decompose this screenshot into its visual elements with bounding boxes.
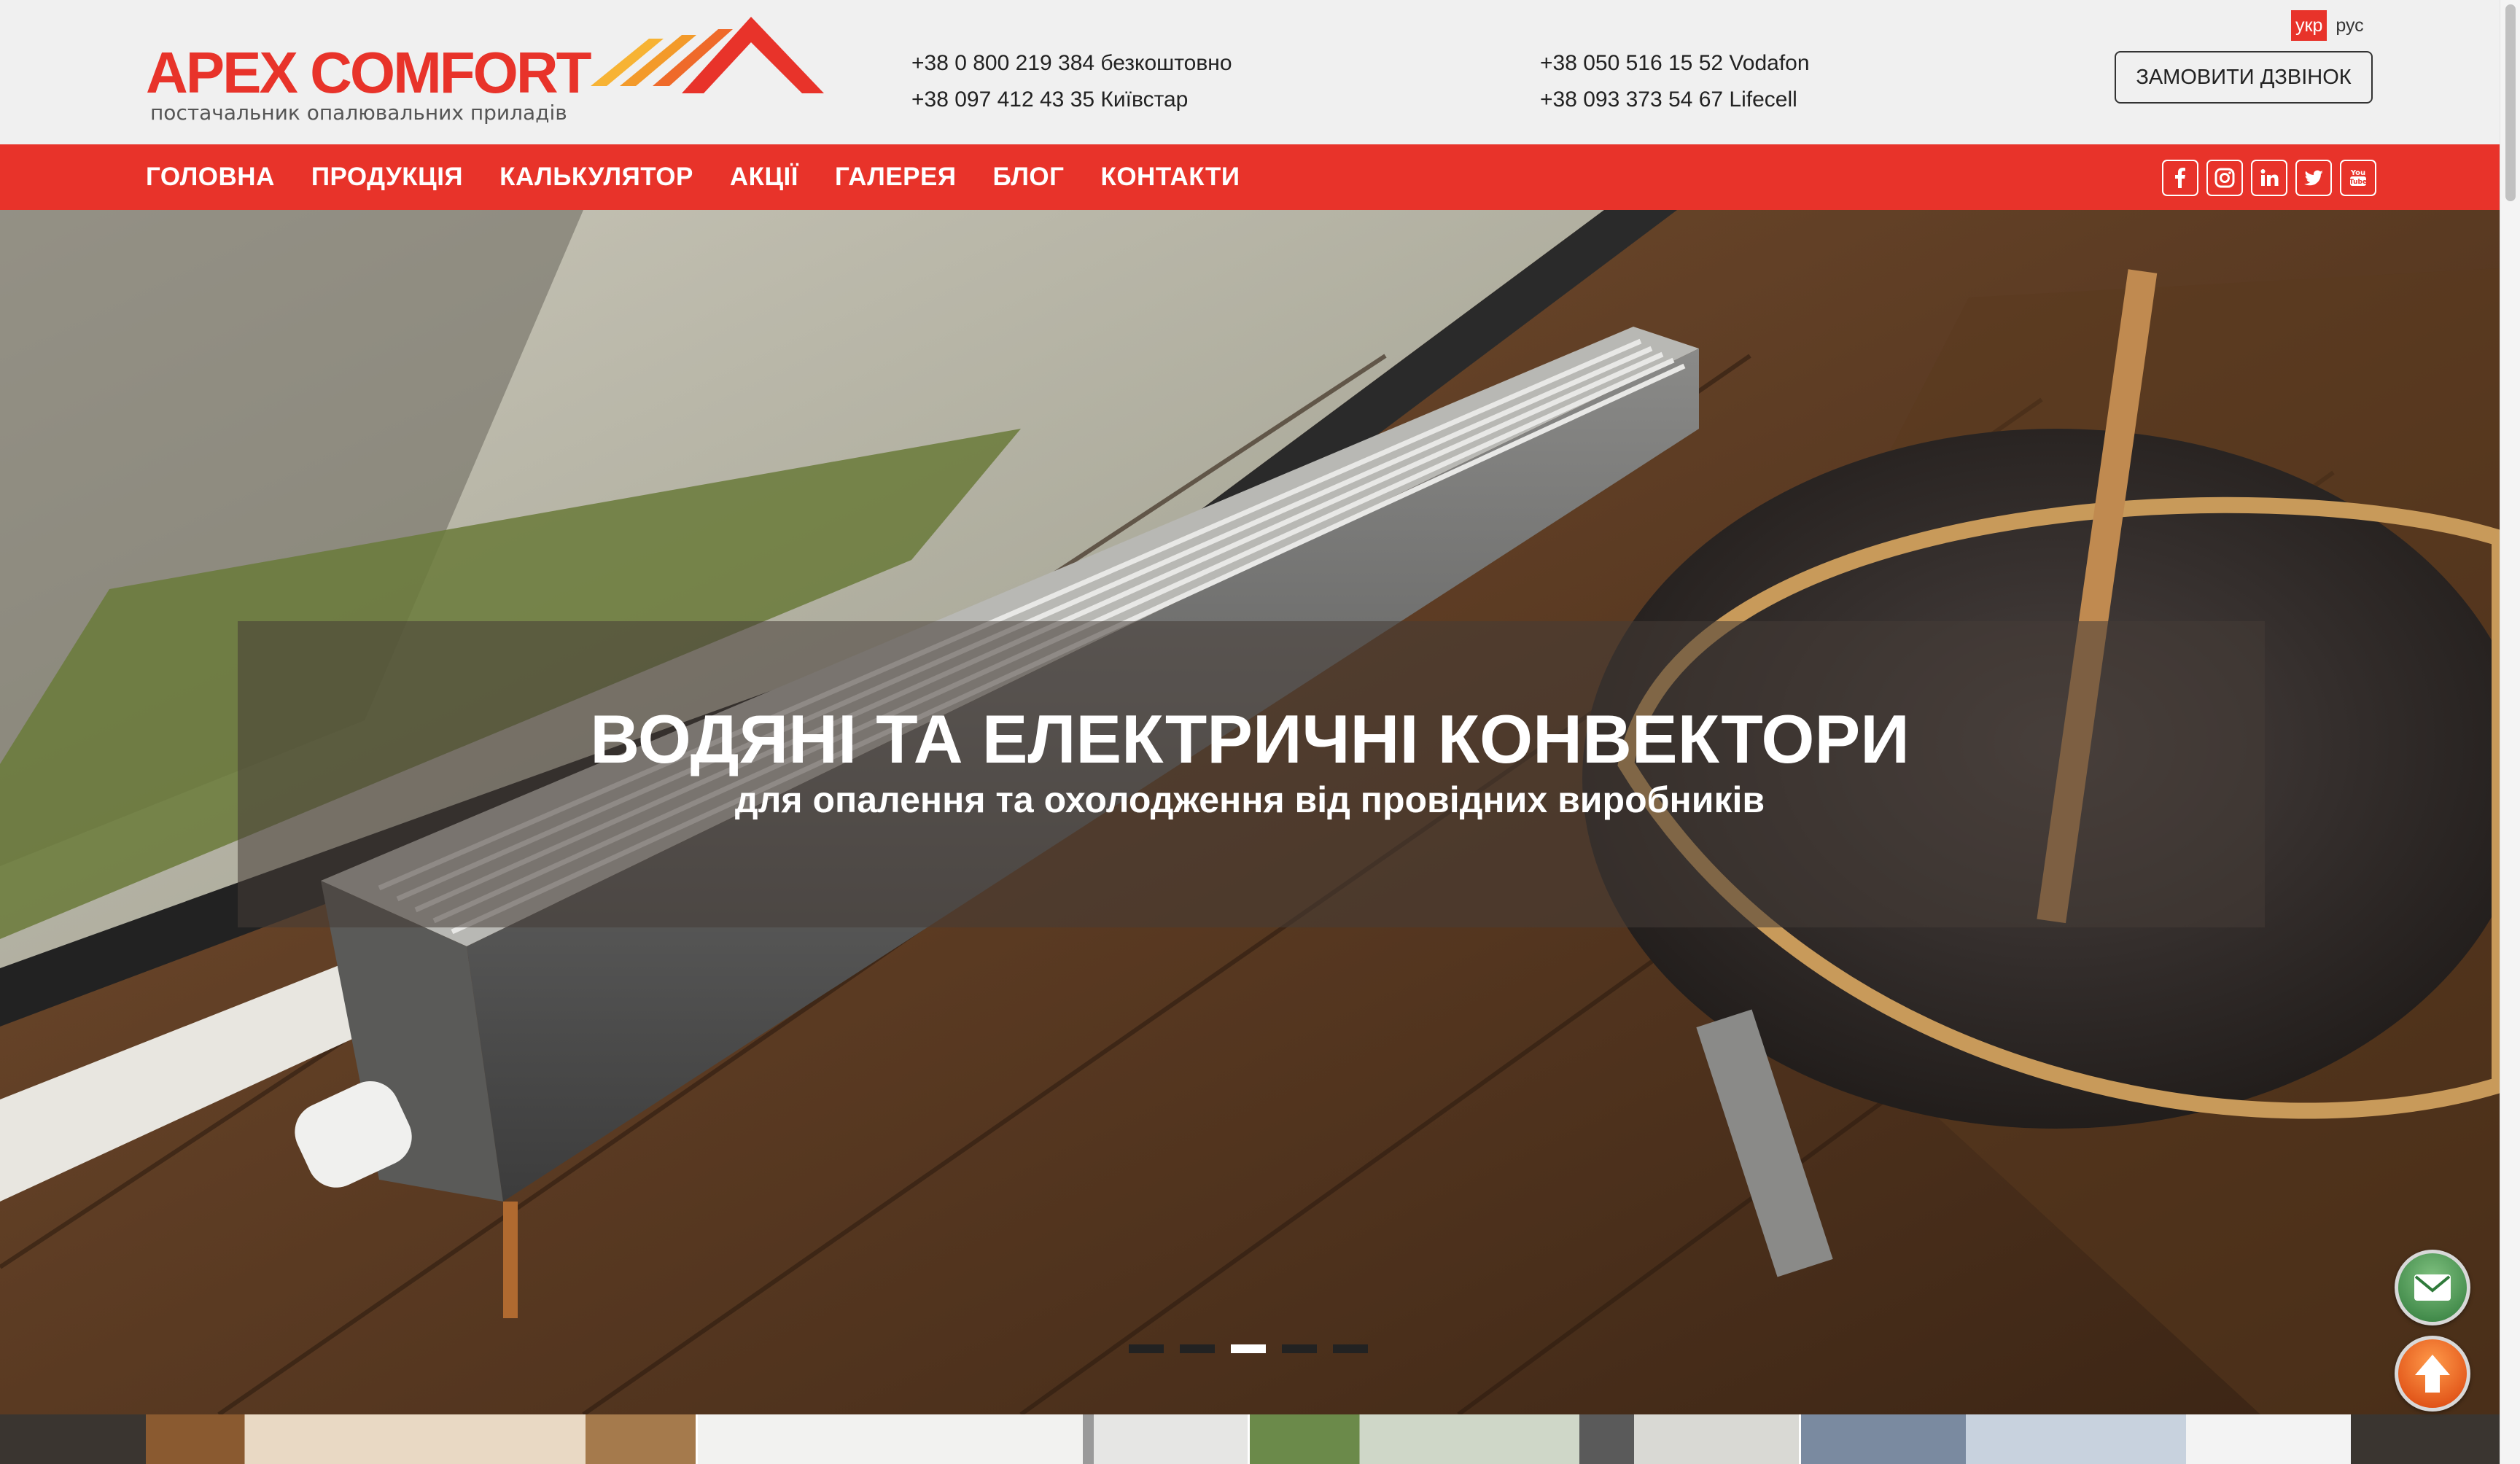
site-header: APEX COMFORT постачальник опалювальних п… [0, 0, 2520, 144]
nav-home[interactable]: ГОЛОВНА [146, 163, 275, 192]
category-thumbnail[interactable] [697, 1414, 1250, 1464]
order-callback-button[interactable]: ЗАМОВИТИ ДЗВІНОК [2115, 51, 2373, 104]
logo[interactable]: APEX COMFORT постачальник опалювальних п… [146, 13, 824, 130]
mail-icon [2414, 1274, 2451, 1301]
category-thumbnail[interactable] [1801, 1414, 2351, 1464]
category-thumbnails [146, 1414, 2351, 1464]
nav-calculator[interactable]: КАЛЬКУЛЯТОР [499, 163, 693, 192]
phone-lifecell[interactable]: +38 093 373 54 67 Lifecell [1540, 82, 1810, 118]
slider-dots [1129, 1344, 1368, 1353]
page-scrollbar[interactable] [2500, 0, 2520, 1464]
facebook-icon[interactable] [2162, 160, 2198, 196]
slider-dot-2[interactable] [1180, 1344, 1215, 1353]
category-thumbnail[interactable] [1249, 1414, 1802, 1464]
twitter-icon[interactable] [2295, 160, 2332, 196]
slider-dot-1[interactable] [1129, 1344, 1164, 1353]
main-nav: ГОЛОВНА ПРОДУКЦІЯ КАЛЬКУЛЯТОР АКЦІЇ ГАЛЕ… [146, 144, 1240, 210]
phone-vodafon[interactable]: +38 050 516 15 52 Vodafon [1540, 45, 1810, 82]
slider-dot-5[interactable] [1333, 1344, 1368, 1353]
language-switcher: укр рус [2291, 10, 2364, 41]
phones-column-2: +38 050 516 15 52 Vodafon +38 093 373 54… [1540, 45, 1810, 118]
logo-tagline: постачальник опалювальних приладів [150, 101, 567, 125]
nav-promotions[interactable]: АКЦІЇ [730, 163, 798, 192]
category-thumbnail[interactable] [146, 1414, 698, 1464]
slider-dot-4[interactable] [1282, 1344, 1317, 1353]
nav-products[interactable]: ПРОДУКЦІЯ [311, 163, 463, 192]
main-navbar: ГОЛОВНА ПРОДУКЦІЯ КАЛЬКУЛЯТОР АКЦІЇ ГАЛЕ… [0, 144, 2520, 210]
phones-column-1: +38 0 800 219 384 безкоштовно +38 097 41… [911, 45, 1232, 118]
svg-text:You: You [2350, 169, 2365, 177]
phone-kyivstar[interactable]: +38 097 412 43 35 Київстар [911, 82, 1232, 118]
hero-slider[interactable]: ВОДЯНІ ТА ЕЛЕКТРИЧНІ КОНВЕКТОРИ для опал… [0, 210, 2500, 1414]
mail-button[interactable] [2395, 1250, 2470, 1325]
logo-text: APEX COMFORT [146, 40, 591, 105]
roof-logo-icon [591, 17, 824, 93]
lang-rus[interactable]: рус [2336, 15, 2363, 36]
slider-dot-3[interactable] [1231, 1344, 1266, 1353]
svg-text:Tube: Tube [2349, 179, 2367, 186]
instagram-icon[interactable] [2206, 160, 2243, 196]
linkedin-icon[interactable] [2251, 160, 2287, 196]
scrollbar-thumb[interactable] [2505, 4, 2516, 201]
phone-free[interactable]: +38 0 800 219 384 безкоштовно [911, 45, 1232, 82]
nav-contacts[interactable]: КОНТАКТИ [1100, 163, 1240, 192]
hero-title: ВОДЯНІ ТА ЕЛЕКТРИЧНІ КОНВЕКТОРИ [590, 701, 1910, 777]
lang-ukr[interactable]: укр [2291, 10, 2328, 41]
youtube-icon[interactable]: You Tube [2340, 160, 2376, 196]
hero-subtitle: для опалення та охолодження від провідни… [734, 779, 1765, 820]
arrow-up-icon [2415, 1355, 2450, 1393]
nav-gallery[interactable]: ГАЛЕРЕЯ [835, 163, 957, 192]
nav-blog[interactable]: БЛОГ [993, 163, 1065, 192]
social-links: You Tube [2162, 160, 2376, 196]
scroll-top-button[interactable] [2395, 1336, 2470, 1412]
